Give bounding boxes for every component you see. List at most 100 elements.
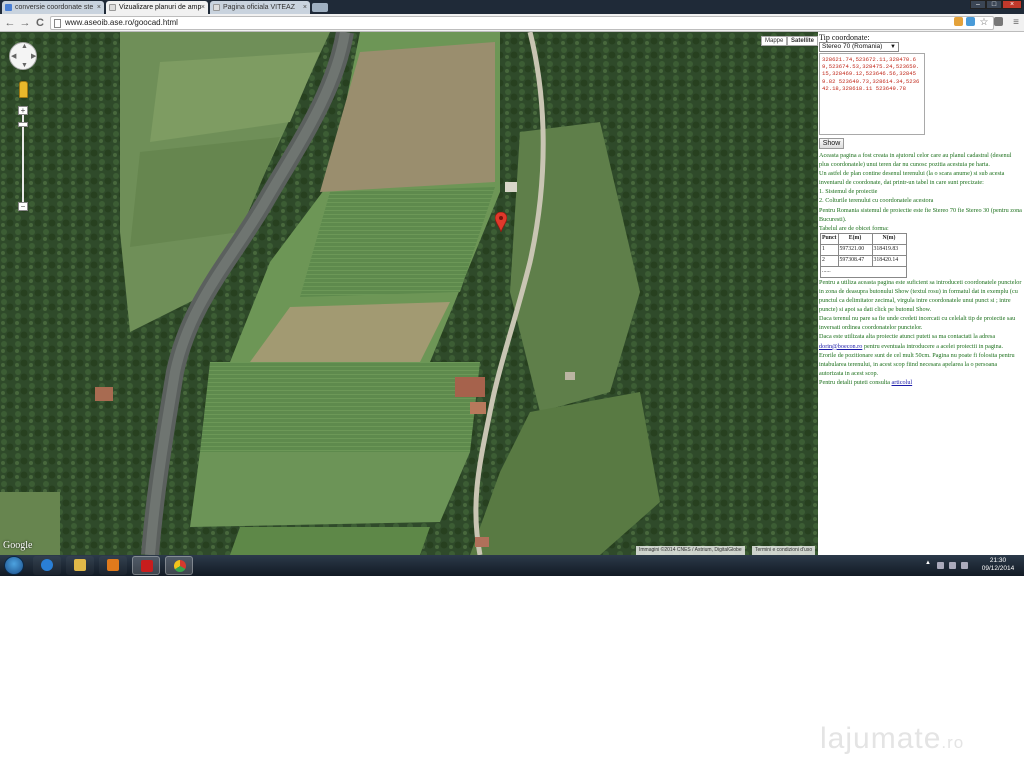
tab-close-icon[interactable]: × [303,1,307,14]
clock-date: 09/12/2014 [981,565,1015,572]
taskbar-internet-explorer[interactable] [33,556,61,575]
map-attribution: Immagini ©2014 CNES / Astrium, DigitalGl… [636,546,745,555]
tab-vizualizare-planuri[interactable]: Vizualizare planuri de amp × [106,1,208,14]
browser-toolbar: ← → C www.aseoib.ase.ro/goocad.html ☆ ≡ [0,14,1024,32]
email-link[interactable]: dorin@boecon.ro [819,343,862,350]
table-cell: 597308.47 [837,254,873,267]
tab-title: Vizualizare planuri de amp [119,4,202,11]
page-icon [54,19,61,28]
folder-icon [74,559,86,571]
system-clock[interactable]: 21:30 09/12/2014 [978,557,1018,573]
table-cell: 318420.14 [871,254,907,267]
back-button[interactable]: ← [3,16,17,30]
zoom-out-button[interactable]: − [18,202,28,211]
watermark-text: lajumate [820,722,942,755]
minimize-button[interactable]: – [970,0,986,9]
table-cell: ...... [820,265,907,278]
extension-icon[interactable] [954,17,963,26]
coordinates-textarea[interactable]: 328621.74,523672.11,328470.69,523674.53,… [819,53,925,135]
google-logo: Google [3,540,33,551]
table-header: N(m) [871,232,907,245]
chrome-icon [174,560,186,572]
menu-icon[interactable]: ≡ [1009,16,1023,30]
tab-close-icon[interactable]: × [201,1,205,14]
tray-network-icon[interactable] [949,562,956,569]
paragraph: 1. Sistemul de proiectie [819,188,878,196]
zoom-in-button[interactable]: + [18,106,28,115]
map-type-satellite-button[interactable]: Satellite [787,36,818,46]
coord-type-select[interactable]: Stereo 70 (Romania) ▼ [819,42,899,52]
tab-title: conversie coordonate ste [15,4,94,11]
tab-close-icon[interactable]: × [97,1,101,14]
forward-button[interactable]: → [18,16,32,30]
map-type-mappe-button[interactable]: Mappe [761,36,788,46]
adobe-reader-icon [141,560,153,572]
pan-left-icon[interactable]: ◀ [11,52,16,60]
pan-up-icon[interactable]: ▲ [21,43,28,50]
tab-favicon-icon [109,4,116,11]
satellite-imagery [0,32,818,555]
reload-button[interactable]: C [33,16,47,30]
pan-control[interactable]: ▲ ▼ ◀ ▶ [9,42,37,70]
street-view-pegman-icon[interactable] [19,81,28,98]
table-header: Punct [820,232,839,245]
paragraph: Erorile de pozitionare sunt de cel mult … [819,351,1015,377]
tab-favicon-icon [213,4,220,11]
browser-tab-strip: conversie coordonate ste × Vizualizare p… [0,0,1024,14]
internet-explorer-icon [41,559,53,571]
terms-link[interactable]: Termini e condizioni d'uso [752,546,816,555]
taskbar-file-explorer[interactable] [66,556,94,575]
table-cell: 318419.83 [871,243,907,256]
tab-title: Pagina oficiala VITEAZ [223,4,295,11]
details-text: Pentru detalii puteti consulta [819,378,892,386]
taskbar-adobe-reader[interactable] [132,556,160,575]
paragraph: 2. Colturile terenului cu coordonatele a… [819,197,934,205]
details-paragraph: Pentru detalii puteti consulta articolul [819,378,1022,387]
show-button[interactable]: Show [819,138,844,149]
table-header-row: Punct E(m) N(m) [820,232,907,245]
bookmark-star-icon[interactable]: ☆ [977,16,991,30]
paragraph: Aceasta pagina a fost creata in ajutorul… [819,152,1012,169]
extension-puzzle-icon[interactable] [994,17,1003,26]
close-window-button[interactable]: × [1002,0,1022,9]
table-row: 1 597321.00 318419.83 [820,243,907,256]
paragraph: Tabelul are de obicei forma: [819,224,889,232]
zoom-slider-thumb[interactable] [18,122,28,127]
points-table: Punct E(m) N(m) 1 597321.00 318419.83 2 … [820,232,907,278]
watermark-suffix: .ro [941,733,965,752]
tab-pagina-oficiala[interactable]: Pagina oficiala VITEAZ × [210,1,310,14]
pan-down-icon[interactable]: ▼ [21,62,28,69]
instructions-text: Aceasta pagina a fost creata in ajutorul… [819,151,1022,387]
maximize-button[interactable]: □ [986,0,1002,9]
new-tab-button[interactable] [312,3,328,12]
article-link[interactable]: articolul [892,379,913,386]
coord-type-label: Tip coordonate: [819,33,870,42]
start-button[interactable] [4,556,24,575]
extension-icon[interactable] [966,17,975,26]
media-player-icon [107,559,119,571]
clock-time: 21:30 [989,557,1007,564]
pan-right-icon[interactable]: ▶ [31,52,36,60]
table-cell: 2 [820,254,839,267]
satellite-map[interactable]: Mappe Satellite ▲ ▼ ◀ ▶ + − Google Immag… [0,32,818,555]
paragraph: Daca terenul nu pare sa fie unde credeti… [819,315,1016,332]
windows-taskbar: ▲ 21:30 09/12/2014 [0,555,1024,576]
chevron-down-icon: ▼ [890,44,896,50]
taskbar-media-player[interactable] [99,556,127,575]
tab-conversie-coordonate[interactable]: conversie coordonate ste × [2,1,104,14]
table-row: 2 597308.47 318420.14 [820,254,907,267]
tray-flag-icon[interactable] [937,562,944,569]
contact-paragraph: Daca este utilizata alta proiectie atunc… [819,332,1022,350]
table-cell: 597321.00 [837,243,873,256]
tab-favicon-icon [5,4,12,11]
tray-expand-icon[interactable]: ▲ [925,560,932,567]
table-row: ...... [820,265,907,278]
tray-volume-icon[interactable] [961,562,968,569]
contact-text: Daca este utilizata alta proiectie atunc… [819,333,996,341]
coord-type-value: Stereo 70 (Romania) [822,43,883,50]
address-bar[interactable]: www.aseoib.ase.ro/goocad.html [50,16,994,30]
lajumate-watermark: lajumate.ro [820,722,964,756]
taskbar-chrome[interactable] [165,556,193,575]
paragraph: Pentru Romania sistemul de proiectie est… [819,206,1022,223]
paragraph: Un astfel de plan contine desenul terenu… [819,170,1005,187]
